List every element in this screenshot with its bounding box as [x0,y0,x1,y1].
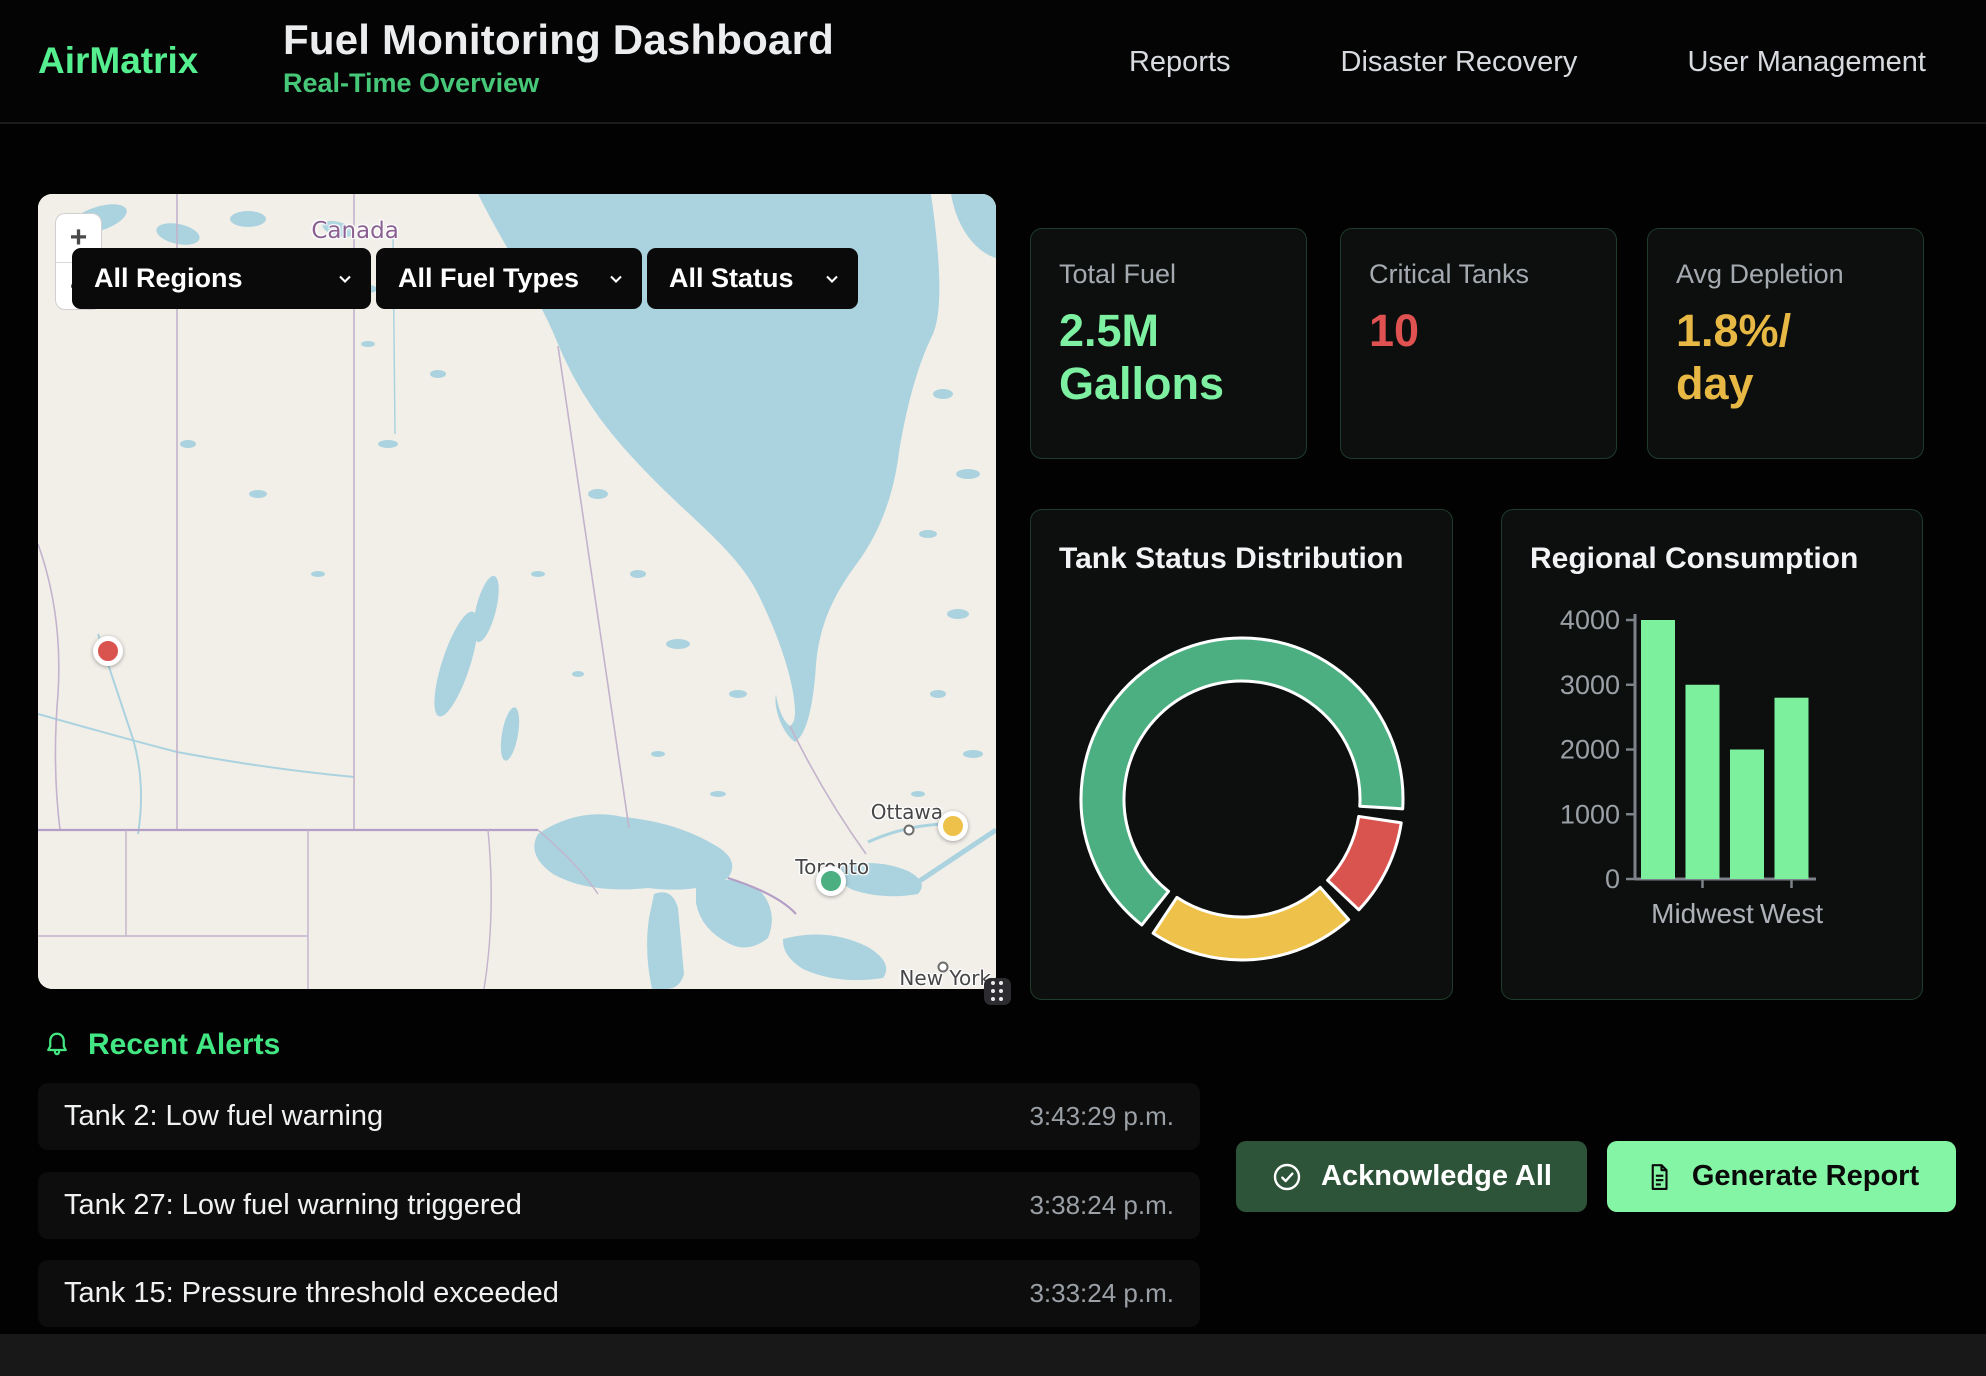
generate-report-label: Generate Report [1692,1160,1919,1193]
stat-value: 2.5M Gallons [1059,304,1278,410]
map-resize-handle[interactable] [984,978,1011,1005]
alert-row[interactable]: Tank 2: Low fuel warning 3:43:29 p.m. [38,1083,1200,1150]
stat-label: Critical Tanks [1369,259,1588,290]
bar-2 [1730,750,1764,880]
page-title: Fuel Monitoring Dashboard [283,16,834,64]
status-filter-value: All Status [669,263,794,294]
donut-segment-warning [1153,887,1349,960]
svg-text:Midwest: Midwest [1651,898,1754,929]
alert-time: 3:38:24 p.m. [1029,1190,1174,1221]
generate-report-button[interactable]: Generate Report [1607,1141,1956,1212]
dashboard-root: AirMatrix Fuel Monitoring Dashboard Real… [0,0,1986,1376]
fuel-type-filter-value: All Fuel Types [398,263,579,294]
stat-card-total-fuel: Total Fuel 2.5M Gallons [1030,228,1307,459]
alert-message: Tank 2: Low fuel warning [64,1100,383,1133]
bar-1 [1686,685,1720,879]
footer-strip [0,1334,1986,1376]
bar-3 [1775,698,1809,879]
page-subtitle: Real-Time Overview [283,68,834,99]
svg-text:4000: 4000 [1560,605,1620,635]
svg-text:1000: 1000 [1560,799,1620,829]
document-icon [1644,1162,1674,1192]
stat-card-avg-depletion: Avg Depletion 1.8%/ day [1647,228,1924,459]
map-panel[interactable]: Canada Ottawa Toronto New York + − All R… [38,194,996,989]
tank-marker-critical[interactable] [93,636,123,666]
stat-card-critical-tanks: Critical Tanks 10 [1340,228,1617,459]
bar-chart-svg: 0 1000 2000 3000 4000 MidwestWest [1530,584,1896,984]
tank-status-card: Tank Status Distribution [1030,509,1453,1000]
title-block: Fuel Monitoring Dashboard Real-Time Over… [283,16,834,99]
header: AirMatrix Fuel Monitoring Dashboard Real… [0,0,1986,124]
alert-row[interactable]: Tank 15: Pressure threshold exceeded 3:3… [38,1260,1200,1327]
chevron-down-icon [822,269,842,289]
alert-row[interactable]: Tank 27: Low fuel warning triggered 3:38… [38,1172,1200,1239]
acknowledge-all-label: Acknowledge All [1321,1160,1552,1193]
map-label-ottawa: Ottawa [871,800,943,824]
regional-consumption-card: Regional Consumption 0 1000 2000 3000 4000 Mi… [1501,509,1923,1000]
chevron-down-icon [606,269,626,289]
nav-disaster-recovery[interactable]: Disaster Recovery [1341,46,1578,79]
tank-marker-normal[interactable] [816,866,846,896]
app-logo: AirMatrix [38,40,198,82]
main-nav: Reports Disaster Recovery User Managemen… [1129,0,1926,124]
nav-user-management[interactable]: User Management [1687,46,1926,79]
bar-chart-title: Regional Consumption [1530,542,1894,576]
region-filter-select[interactable]: All Regions [72,248,371,309]
stat-value: 10 [1369,304,1588,357]
fuel-type-filter-select[interactable]: All Fuel Types [376,248,642,309]
alert-message: Tank 15: Pressure threshold exceeded [64,1277,559,1310]
donut-chart-svg [1059,584,1426,984]
stat-value: 1.8%/ day [1676,304,1895,410]
nav-reports[interactable]: Reports [1129,46,1231,79]
alert-message: Tank 27: Low fuel warning triggered [64,1189,522,1222]
bar-0 [1641,620,1675,879]
svg-text:2000: 2000 [1560,735,1620,765]
alert-time: 3:43:29 p.m. [1029,1101,1174,1132]
status-filter-select[interactable]: All Status [647,248,858,309]
svg-text:West: West [1760,898,1823,929]
city-dot [938,961,949,972]
tank-marker-warning[interactable] [938,811,968,841]
map-filters: All Regions All Fuel Types All Status [72,248,858,309]
stat-label: Total Fuel [1059,259,1278,290]
donut-chart-title: Tank Status Distribution [1059,542,1424,576]
acknowledge-all-button[interactable]: Acknowledge All [1236,1141,1587,1212]
svg-text:0: 0 [1605,864,1620,894]
alert-time: 3:33:24 p.m. [1029,1278,1174,1309]
city-dot [903,825,914,836]
svg-text:3000: 3000 [1560,670,1620,700]
donut-segment-critical [1328,816,1402,909]
check-circle-icon [1271,1161,1303,1193]
map-label-canada: Canada [311,218,399,244]
alerts-heading: Recent Alerts [42,1028,280,1062]
alerts-heading-label: Recent Alerts [88,1028,280,1062]
chevron-down-icon [335,269,355,289]
region-filter-value: All Regions [94,263,243,294]
stat-label: Avg Depletion [1676,259,1895,290]
bell-icon [42,1030,72,1060]
